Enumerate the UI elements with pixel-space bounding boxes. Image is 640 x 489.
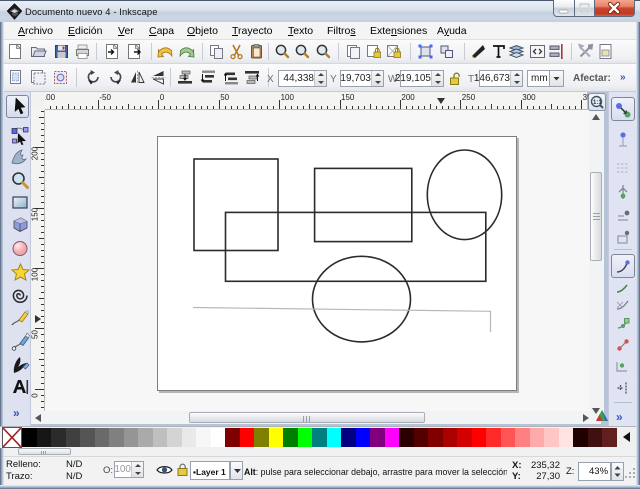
svg-text:1:1: 1:1 — [593, 100, 602, 106]
